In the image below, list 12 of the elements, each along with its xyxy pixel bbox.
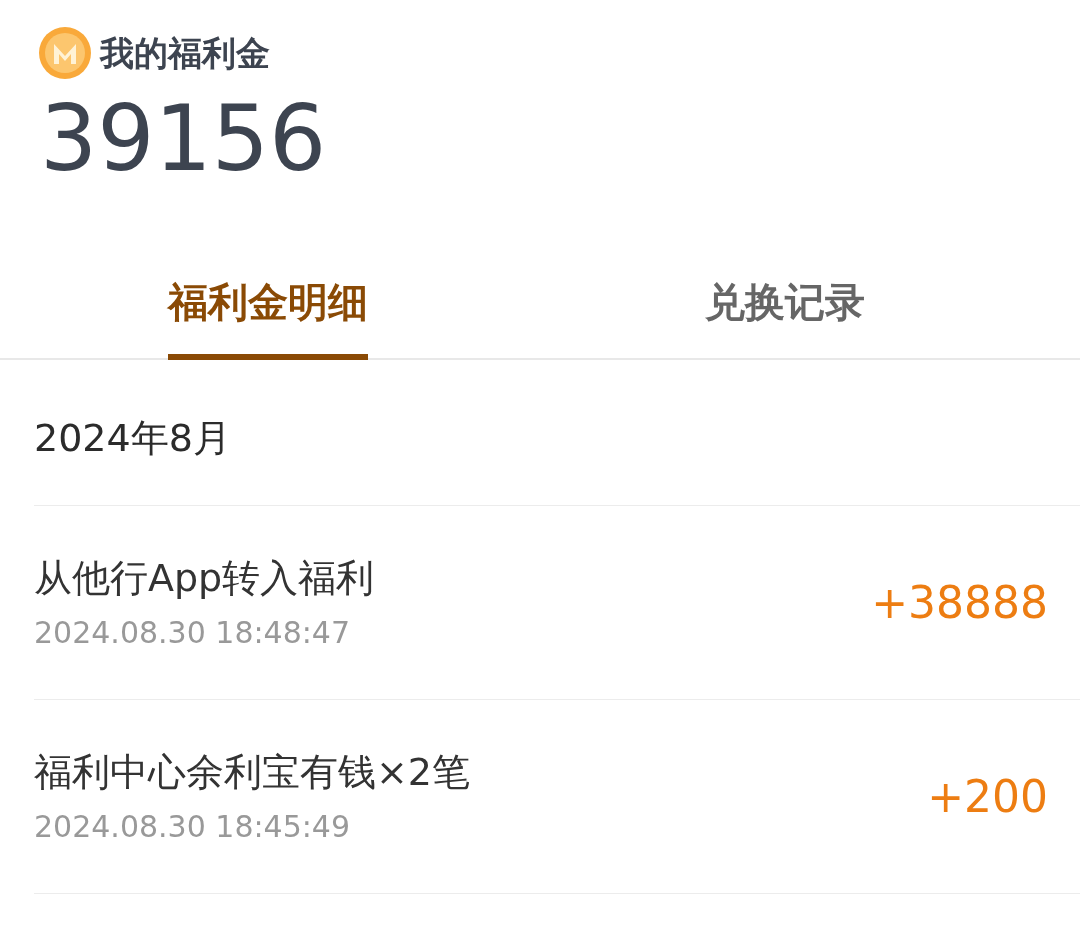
coin-icon [38, 26, 92, 80]
record-amount: +38888 [871, 575, 1048, 630]
record-title: 从他行App转入福利 [34, 556, 375, 602]
record-time: 2024.08.30 18:45:49 [34, 809, 352, 843]
record-amount: +200 [927, 769, 1048, 824]
record-title: 福利中心余利宝有钱×2笔 [34, 750, 471, 796]
balance-amount: 39156 [40, 94, 328, 184]
record-time: 2024.08.30 18:48:47 [34, 615, 352, 649]
tab[interactable]: 兑换记录 [705, 272, 865, 360]
tab[interactable]: 福利金明细 [168, 272, 368, 360]
month-heading: 2024年8月 [34, 416, 231, 460]
page-title: 我的福利金 [100, 36, 270, 70]
